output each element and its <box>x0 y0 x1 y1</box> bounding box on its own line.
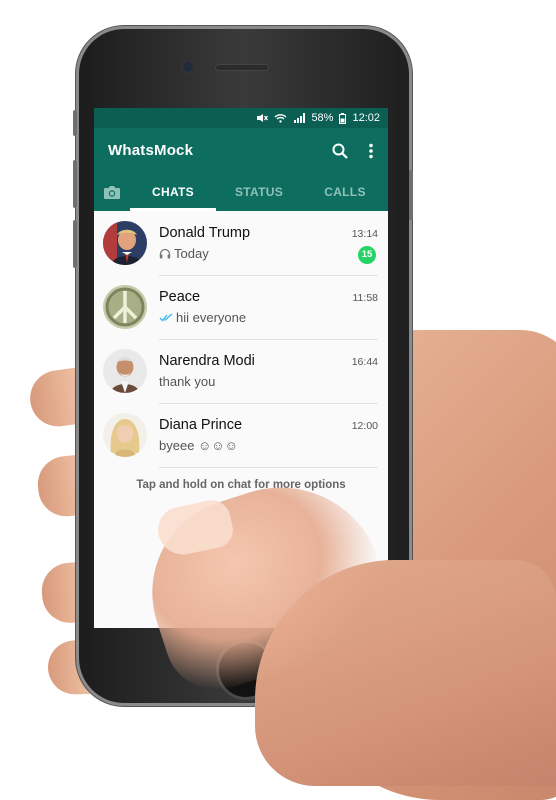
battery-icon <box>339 112 347 124</box>
status-bar: 58% 12:02 <box>94 108 388 128</box>
tab-calls[interactable]: CALLS <box>302 173 388 211</box>
chat-preview-text: byeee ☺☺☺ <box>159 437 238 453</box>
mute-icon <box>257 114 269 122</box>
search-icon[interactable] <box>332 143 348 159</box>
app-title: WhatsMock <box>108 142 194 159</box>
chat-name: Narendra Modi <box>159 352 255 369</box>
unread-badge: 15 <box>358 245 376 264</box>
earpiece-speaker <box>216 65 268 70</box>
chat-row[interactable]: Diana Prince 12:00 byeee ☺☺☺ <box>94 403 388 468</box>
chat-preview-text: hii everyone <box>176 309 247 325</box>
chat-name: Donald Trump <box>159 224 251 241</box>
chat-preview: Today <box>159 246 209 261</box>
chat-preview-text: thank you <box>159 373 216 389</box>
signal-icon <box>294 113 306 123</box>
chat-time: 16:44 <box>351 355 378 368</box>
chat-preview: hii everyone <box>159 310 246 325</box>
camera-icon[interactable] <box>94 173 130 211</box>
chat-time: 11:58 <box>352 291 379 304</box>
tab-chats[interactable]: CHATS <box>130 173 216 211</box>
front-camera <box>183 62 193 72</box>
chat-row[interactable]: Narendra Modi 16:44 thank you <box>94 339 388 404</box>
chat-preview: byeee ☺☺☺ <box>159 438 238 453</box>
phone-volume-up <box>73 160 77 208</box>
chat-time: 12:00 <box>351 419 378 432</box>
app-bar: WhatsMock <box>94 128 388 173</box>
avatar <box>103 413 147 457</box>
chat-row[interactable]: Donald Trump 13:14 Today 15 <box>94 211 388 276</box>
chat-name: Diana Prince <box>159 416 243 433</box>
avatar <box>103 349 147 393</box>
battery-percent: 58% <box>311 112 334 124</box>
more-vert-icon[interactable] <box>368 143 374 159</box>
chat-preview-text: Today <box>174 245 209 261</box>
avatar <box>103 221 147 265</box>
hint-text: Tap and hold on chat for more options <box>136 479 346 491</box>
tab-bar: CHATS STATUS CALLS <box>94 173 388 211</box>
wifi-icon <box>274 114 287 123</box>
headphones-icon <box>159 248 171 258</box>
chat-list: Donald Trump 13:14 Today 15 Peace 11:58 … <box>94 211 388 468</box>
chat-time: 13:14 <box>351 227 378 240</box>
chat-name: Peace <box>159 288 201 305</box>
phone-power-button <box>409 170 413 220</box>
status-time: 12:02 <box>352 112 380 124</box>
chat-row[interactable]: Peace 11:58 hii everyone <box>94 275 388 340</box>
phone-volume-down <box>73 220 77 268</box>
phone-mute-switch <box>73 110 77 136</box>
double-check-icon <box>159 313 173 321</box>
avatar <box>103 285 147 329</box>
tab-status[interactable]: STATUS <box>216 173 302 211</box>
chat-preview: thank you <box>159 374 215 389</box>
